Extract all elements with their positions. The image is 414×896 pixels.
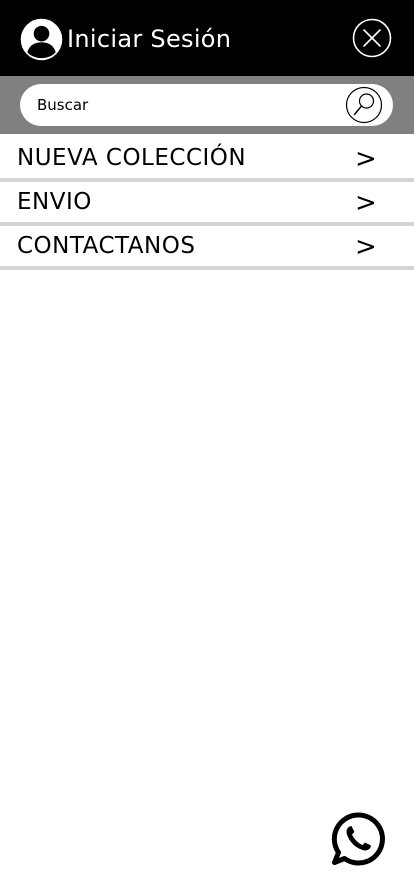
search-box bbox=[20, 84, 393, 126]
chevron-right-icon: > bbox=[355, 144, 377, 174]
login-link[interactable]: Iniciar Sesión bbox=[20, 17, 231, 61]
menu-header: Iniciar Sesión bbox=[0, 0, 414, 76]
magnifier-icon[interactable] bbox=[345, 86, 383, 124]
chevron-right-icon: > bbox=[355, 232, 377, 262]
search-band bbox=[0, 76, 414, 134]
user-avatar-icon bbox=[20, 18, 63, 60]
menu-item-label: NUEVA COLECCIÓN bbox=[17, 145, 247, 171]
menu-item-contactanos[interactable]: CONTACTANOS > bbox=[0, 226, 414, 270]
login-label: Iniciar Sesión bbox=[67, 25, 232, 53]
close-icon[interactable] bbox=[352, 18, 392, 58]
chevron-right-icon: > bbox=[355, 188, 377, 218]
menu-item-nueva-coleccion[interactable]: NUEVA COLECCIÓN > bbox=[0, 138, 414, 182]
menu-item-envio[interactable]: ENVIO > bbox=[0, 182, 414, 226]
menu-item-label: CONTACTANOS bbox=[17, 233, 196, 259]
side-menu-screen: Iniciar Sesión NUEVA COLECCIÓN > ENVIO > bbox=[0, 0, 414, 896]
whatsapp-icon[interactable] bbox=[331, 812, 385, 866]
search-input[interactable] bbox=[37, 84, 337, 126]
menu-item-label: ENVIO bbox=[17, 189, 92, 215]
menu-list: NUEVA COLECCIÓN > ENVIO > CONTACTANOS > bbox=[0, 138, 414, 270]
